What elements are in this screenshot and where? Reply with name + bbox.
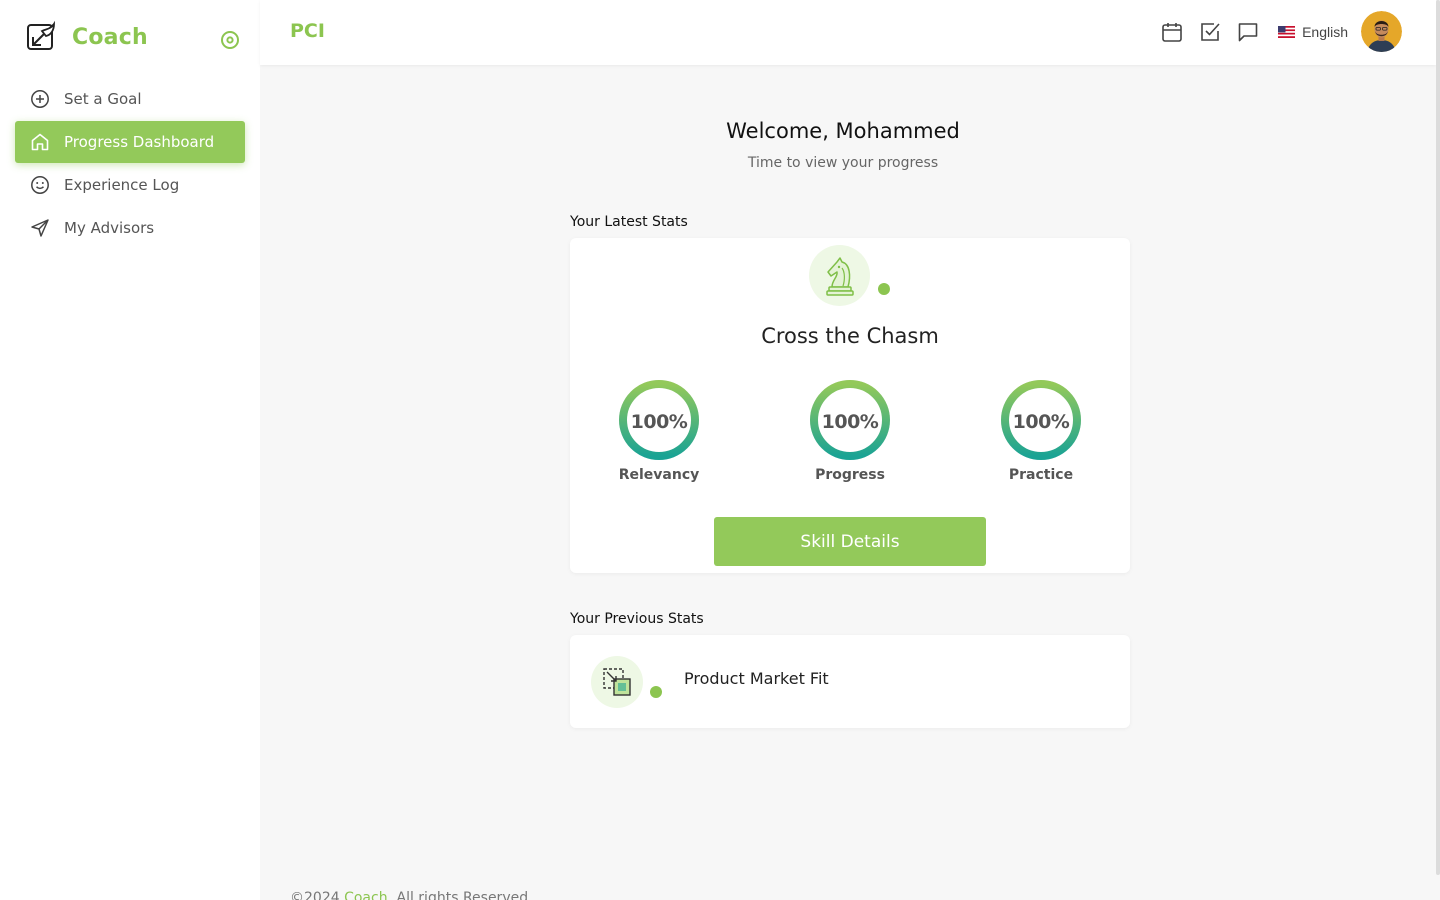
checkbox-icon[interactable] bbox=[1198, 20, 1222, 44]
footer-suffix: . All rights Reserved bbox=[387, 890, 529, 900]
status-dot bbox=[650, 686, 662, 698]
previous-skill-title: Product Market Fit bbox=[684, 669, 829, 688]
footer-brand-link[interactable]: Coach bbox=[344, 890, 388, 900]
skill-title: Cross the Chasm bbox=[761, 324, 939, 348]
footer-prefix: ©2024 bbox=[290, 890, 345, 900]
sidebar-toggle-icon[interactable] bbox=[220, 30, 240, 50]
skill-icon-container bbox=[809, 245, 870, 306]
welcome-title: Welcome, Mohammed bbox=[726, 119, 960, 143]
previous-skill-icon-container bbox=[591, 656, 643, 708]
brand[interactable]: Coach bbox=[24, 20, 148, 54]
sidebar-item-label: My Advisors bbox=[64, 219, 155, 237]
metric-progress: 100% Progress bbox=[800, 380, 900, 483]
avatar[interactable] bbox=[1361, 11, 1402, 52]
previous-stats-card[interactable]: Product Market Fit bbox=[570, 635, 1130, 728]
sidebar-item-label: Progress Dashboard bbox=[64, 133, 215, 151]
calendar-icon[interactable] bbox=[1160, 20, 1184, 44]
chat-icon[interactable] bbox=[1236, 20, 1260, 44]
sidebar-nav: Set a Goal Progress Dashboard Experience… bbox=[15, 78, 245, 250]
metric-practice: 100% Practice bbox=[991, 380, 1091, 483]
metric-value: 100% bbox=[630, 411, 688, 433]
coach-logo-icon bbox=[27, 20, 55, 50]
sidebar-item-label: Experience Log bbox=[64, 176, 180, 194]
progress-ring: 100% bbox=[1001, 380, 1081, 460]
metric-value: 100% bbox=[821, 411, 879, 433]
top-header: PCI English bbox=[260, 0, 1436, 65]
metric-label: Practice bbox=[1008, 467, 1074, 483]
previous-stats-label: Your Previous Stats bbox=[570, 611, 704, 627]
language-label: English bbox=[1302, 23, 1348, 40]
sidebar-item-progress-dashboard[interactable]: Progress Dashboard bbox=[15, 121, 245, 163]
smiley-icon bbox=[29, 174, 51, 196]
sidebar: Coach Set a Goal Progress Dashboard Expe… bbox=[0, 0, 260, 900]
progress-ring: 100% bbox=[810, 380, 890, 460]
header-actions: English bbox=[1146, 11, 1402, 52]
metric-value: 100% bbox=[1012, 411, 1070, 433]
sidebar-item-experience-log[interactable]: Experience Log bbox=[15, 164, 245, 206]
sidebar-item-label: Set a Goal bbox=[64, 90, 142, 108]
progress-ring: 100% bbox=[619, 380, 699, 460]
scrollbar[interactable] bbox=[1436, 0, 1440, 875]
home-icon bbox=[29, 131, 51, 153]
send-icon bbox=[29, 217, 51, 239]
sidebar-item-my-advisors[interactable]: My Advisors bbox=[15, 207, 245, 249]
language-selector[interactable]: English bbox=[1278, 24, 1348, 40]
metric-label: Progress bbox=[815, 467, 885, 483]
sidebar-item-set-a-goal[interactable]: Set a Goal bbox=[15, 78, 245, 120]
footer: ©2024 Coach. All rights Reserved bbox=[290, 890, 528, 900]
plus-circle-icon bbox=[29, 88, 51, 110]
skill-details-button[interactable]: Skill Details bbox=[714, 517, 986, 566]
status-dot bbox=[878, 283, 890, 295]
us-flag-icon bbox=[1278, 25, 1296, 38]
page-code: PCI bbox=[290, 20, 325, 42]
brand-name: Coach bbox=[72, 24, 148, 50]
metric-label: Relevancy bbox=[618, 467, 700, 483]
chess-knight-icon bbox=[825, 256, 854, 296]
latest-stats-card: Cross the Chasm 100% Relevancy 100% Prog… bbox=[570, 238, 1130, 573]
latest-stats-label: Your Latest Stats bbox=[570, 214, 688, 230]
metric-relevancy: 100% Relevancy bbox=[609, 380, 709, 483]
resize-frame-icon bbox=[603, 668, 631, 696]
welcome-subtitle: Time to view your progress bbox=[747, 155, 939, 171]
